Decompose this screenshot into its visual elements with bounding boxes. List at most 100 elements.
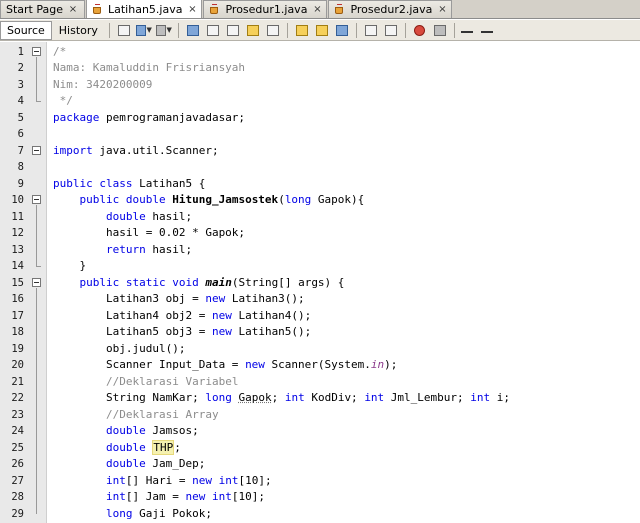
code-editor[interactable]: 1 /* 2 Nama: Kamaluddin Frisriansyah 3 Nim: 3…: [0, 42, 640, 523]
comment-token: //Deklarasi Variabel: [105, 374, 239, 388]
shift-right-icon[interactable]: [383, 22, 399, 38]
forward-icon[interactable]: ▼: [155, 22, 172, 38]
keyword-token: package: [53, 110, 100, 124]
line-number: 3: [17, 78, 24, 91]
code-text: double Jamsos;: [53, 423, 199, 440]
comment-token: Nama: Kamaluddin Frisriansyah: [53, 61, 246, 74]
code-line: 19 obj.judul();: [0, 341, 640, 358]
code-text: Latihan5 obj3 = new Latihan5();: [53, 324, 311, 341]
uncomment-icon[interactable]: [480, 22, 497, 38]
code-token: }: [53, 259, 87, 272]
fold-toggle-icon[interactable]: [32, 277, 41, 287]
line-number: 26: [11, 458, 24, 470]
line-number: 14: [11, 260, 24, 272]
shift-left-icon[interactable]: [363, 22, 379, 38]
code-token: (String[] args) {: [231, 275, 345, 289]
keyword-token: public class: [53, 176, 133, 190]
code-text: package pemrogramanjavadasar;: [53, 110, 245, 127]
source-label: Source: [7, 23, 45, 37]
code-line: 20 Scanner Input_Data = new Scanner(Syst…: [0, 357, 640, 374]
close-tab-icon[interactable]: ×: [187, 4, 197, 15]
toolbar-separator: [453, 22, 455, 38]
code-line: 5 package pemrogramanjavadasar;: [0, 110, 640, 127]
fold-toggle-icon[interactable]: [32, 145, 41, 155]
find-next-icon[interactable]: [225, 22, 241, 38]
code-text: double THP;: [53, 439, 181, 457]
source-view-button[interactable]: Source: [0, 20, 52, 40]
code-text: public double Hitung_Jamsostek(long Gapo…: [53, 192, 365, 209]
code-line: 13 return hasil;: [0, 242, 640, 259]
code-line: 21 //Deklarasi Variabel: [0, 374, 640, 391]
code-token: [] Hari =: [125, 473, 193, 487]
code-text: //Deklarasi Variabel: [53, 374, 238, 391]
keyword-token: int: [284, 391, 305, 404]
code-token: Jam_Dep;: [145, 457, 206, 470]
code-text: int[] Jam = new int[10];: [53, 489, 265, 506]
toolbar-separator: [108, 22, 110, 38]
history-view-button[interactable]: History: [52, 21, 105, 40]
code-token: KodDiv;: [304, 391, 365, 404]
line-number: 20: [11, 359, 24, 371]
close-tab-icon[interactable]: ×: [312, 4, 322, 15]
toggle-bookmark-icon[interactable]: [334, 22, 350, 38]
rect-selection-icon[interactable]: [265, 22, 281, 38]
close-tab-icon[interactable]: ×: [68, 4, 78, 15]
code-token: Jamsos;: [145, 424, 199, 437]
code-text: Nama: Kamaluddin Frisriansyah: [53, 60, 245, 77]
stop-macro-recording-icon[interactable]: [432, 22, 448, 38]
keyword-token: import: [53, 143, 93, 157]
comment-icon[interactable]: [460, 22, 477, 38]
editor-tab[interactable]: Prosedur2.java ×: [328, 0, 453, 18]
code-line: 4 */: [0, 93, 640, 110]
code-token: Latihan5 {: [132, 176, 206, 190]
keyword-token: new: [211, 308, 232, 322]
toggle-highlight-icon[interactable]: [245, 22, 261, 38]
tab-label: Prosedur1.java: [225, 3, 308, 16]
back-icon[interactable]: ▼: [135, 22, 152, 38]
fold-guide: [36, 56, 37, 101]
close-tab-icon[interactable]: ×: [437, 4, 447, 15]
code-token: obj.judul();: [53, 341, 186, 355]
toolbar-separator: [355, 22, 357, 38]
keyword-token: int: [364, 391, 385, 404]
last-edit-icon[interactable]: [116, 22, 132, 38]
code-text: }: [53, 258, 86, 275]
start-macro-recording-icon[interactable]: [412, 22, 428, 38]
editor-tab[interactable]: Prosedur1.java ×: [203, 0, 328, 18]
code-line: 24 double Jamsos;: [0, 423, 640, 440]
java-file-icon: [334, 4, 347, 15]
code-token: Jml_Lembur;: [384, 391, 471, 404]
keyword-token: public static void: [79, 275, 199, 289]
history-label: History: [58, 23, 98, 37]
fold-toggle-icon[interactable]: [32, 195, 41, 204]
find-icon[interactable]: [185, 22, 201, 38]
code-line: 17 Latihan4 obj2 = new Latihan4();: [0, 308, 640, 325]
fold-toggle-icon[interactable]: [32, 46, 41, 56]
code-line: 15 public static void main(String[] args…: [0, 275, 640, 292]
code-text: public class Latihan5 {: [53, 176, 205, 193]
keyword-token: int: [211, 490, 232, 503]
code-token: String NamKar;: [53, 391, 206, 404]
code-token: THP: [152, 439, 175, 455]
toolbar-separator: [286, 22, 288, 38]
editor-tab[interactable]: Start Page ×: [0, 0, 85, 18]
next-bookmark-icon[interactable]: [314, 22, 330, 38]
keyword-token: int: [105, 473, 126, 487]
code-text: double hasil;: [53, 209, 192, 226]
previous-bookmark-icon[interactable]: [294, 22, 310, 38]
editor-tab[interactable]: Latihan5.java ×: [86, 0, 203, 18]
find-previous-icon[interactable]: [205, 22, 221, 38]
code-token: [10];: [231, 490, 265, 503]
code-token: Latihan3();: [225, 292, 305, 305]
code-token: Hitung_Jamsostek: [172, 193, 279, 206]
line-number: 22: [11, 392, 24, 404]
line-number: 24: [11, 425, 24, 437]
code-text: //Deklarasi Array: [53, 407, 219, 424]
code-token: Latihan4();: [231, 308, 312, 322]
keyword-token: long: [205, 391, 232, 404]
keyword-token: new: [211, 325, 232, 338]
keyword-token: long: [284, 193, 312, 206]
